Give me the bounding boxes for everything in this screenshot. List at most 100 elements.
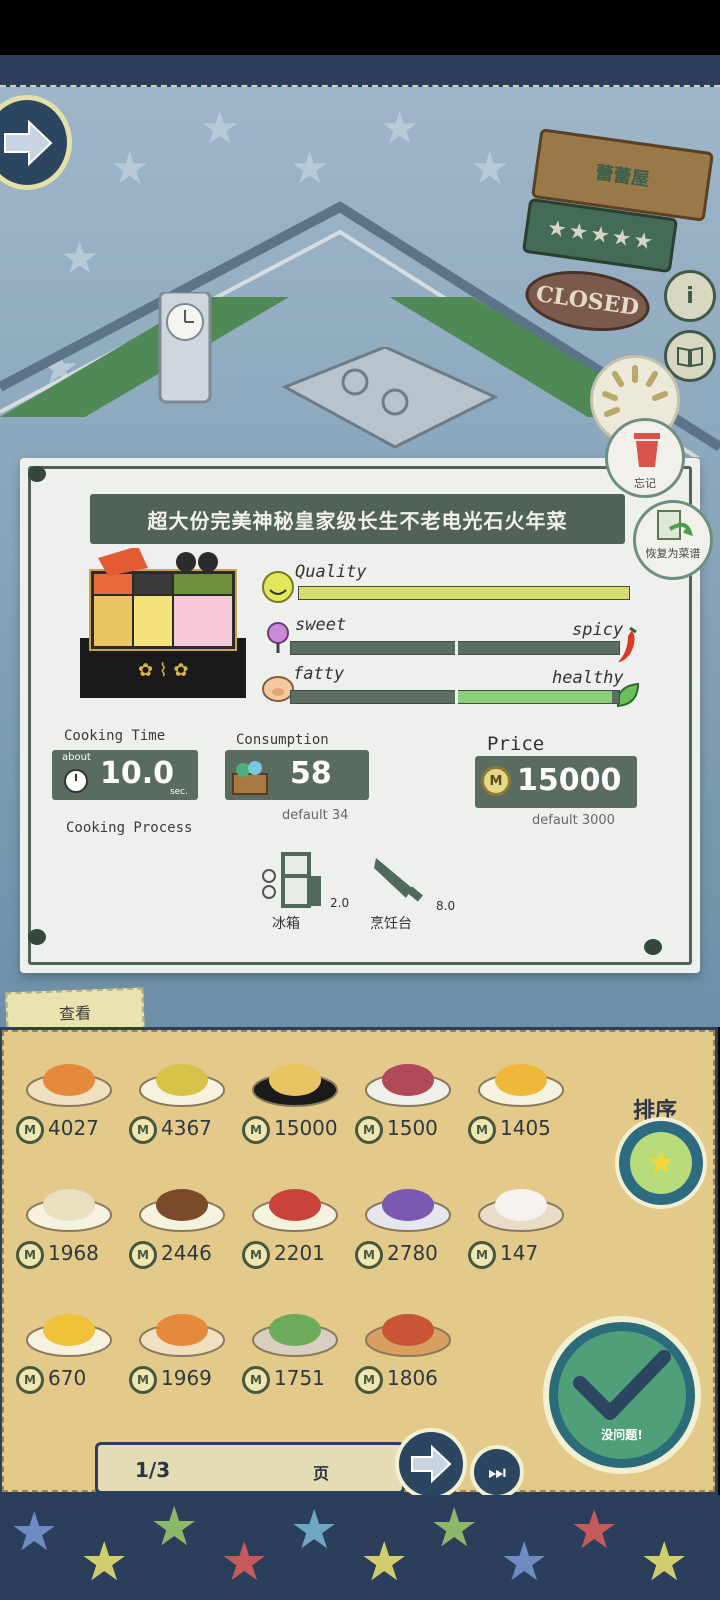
price-label: Price xyxy=(487,733,545,755)
coin-icon: M xyxy=(129,1366,157,1394)
tempura-platter-icon xyxy=(139,1314,225,1357)
bg-star: ★ xyxy=(200,103,240,154)
corner-bear-icon xyxy=(644,939,662,955)
book-icon xyxy=(677,346,703,368)
rating-star-icon: ★ xyxy=(566,218,590,247)
bg-star: ★ xyxy=(110,143,150,194)
recipe-detail-card: 超大份完美神秘皇家级长生不老电光石火年菜 ✿ ⌇ ✿ Quality sweet… xyxy=(20,458,700,973)
recipe-price: 1500 xyxy=(387,1116,438,1140)
confirm-button[interactable]: 没问题! xyxy=(543,1316,701,1474)
recipe-price: 2446 xyxy=(161,1241,212,1265)
recipe-item[interactable]: M 15000 xyxy=(240,1030,350,1144)
restore-recipe-icon xyxy=(657,510,693,540)
closed-label: CLOSED xyxy=(534,280,641,322)
recipe-item[interactable]: M 1500 xyxy=(353,1030,463,1144)
tempura-icon xyxy=(26,1064,112,1107)
recipe-price: 2780 xyxy=(387,1241,438,1265)
bg-star: ★ xyxy=(470,143,510,194)
page-indicator: 1/3 xyxy=(135,1458,171,1482)
rating-star-icon: ★ xyxy=(631,227,655,256)
recipe-price: 1806 xyxy=(387,1366,438,1390)
bg-star: ★ xyxy=(290,143,330,194)
ribbon-star-icon: ★ xyxy=(150,1495,199,1558)
quality-label: Quality xyxy=(295,562,367,582)
coin-icon: M xyxy=(355,1241,383,1269)
recipe-price: 15000 xyxy=(274,1116,338,1140)
recipe-price: 4027 xyxy=(48,1116,99,1140)
star-icon: ★ xyxy=(630,1132,692,1194)
consumption-value: 58 xyxy=(290,756,332,791)
ribbon-star-icon: ★ xyxy=(220,1530,269,1593)
recipe-item[interactable]: M 2201 xyxy=(240,1155,350,1269)
sort-button[interactable]: ★ xyxy=(615,1117,707,1209)
coin-icon: M xyxy=(16,1116,44,1144)
forget-recipe-button[interactable]: 忘记 xyxy=(605,418,685,498)
health-bar xyxy=(290,688,620,708)
recipe-item[interactable]: M 2780 xyxy=(353,1155,463,1269)
recipe-item[interactable]: M 4027 xyxy=(14,1030,124,1144)
cooking-time-label: Cooking Time xyxy=(64,728,166,744)
recipe-item[interactable]: M 1405 xyxy=(466,1030,576,1144)
recipe-item[interactable]: M 1969 xyxy=(127,1280,237,1394)
checkmark-icon xyxy=(573,1350,671,1420)
confirm-label: 没问题! xyxy=(601,1428,643,1442)
recipe-item[interactable]: M 670 xyxy=(14,1280,124,1394)
arrow-right-icon xyxy=(4,119,53,166)
coin-icon: M xyxy=(468,1241,496,1269)
shop-name: 蕾蕾屋 xyxy=(594,162,651,191)
recipe-item[interactable]: M 1806 xyxy=(353,1280,463,1394)
sandwich-icon xyxy=(26,1189,112,1232)
restore-recipe-button[interactable]: 恢复为菜谱 xyxy=(633,500,713,580)
ribbon-star-icon: ★ xyxy=(80,1530,129,1593)
ingredients-crate-icon xyxy=(232,761,268,795)
forget-label: 忘记 xyxy=(634,477,656,490)
info-icon: i xyxy=(686,283,694,309)
recipe-price: 1405 xyxy=(500,1116,551,1140)
recipe-item[interactable]: M 147 xyxy=(466,1155,576,1269)
corner-bear-icon xyxy=(28,929,46,945)
info-button[interactable]: i xyxy=(664,270,716,322)
recipe-price: 1969 xyxy=(161,1366,212,1390)
coin-icon: M xyxy=(242,1366,270,1394)
recipe-title: 超大份完美神秘皇家级长生不老电光石火年菜 xyxy=(90,494,625,544)
bento-box-icon xyxy=(252,1064,338,1107)
cooking-time-box: about 10.0 sec. xyxy=(52,750,198,800)
recipe-price: 670 xyxy=(48,1366,87,1390)
ribbon-star-icon: ★ xyxy=(10,1500,59,1563)
price-default: default 3000 xyxy=(532,813,615,828)
health-bar-marker xyxy=(455,688,458,708)
consumption-default: default 34 xyxy=(282,808,349,823)
recipe-item[interactable]: M 2446 xyxy=(127,1155,237,1269)
stopwatch-icon xyxy=(64,769,88,793)
last-page-button[interactable]: ⏭ xyxy=(470,1445,524,1499)
sec-label: sec. xyxy=(169,787,188,797)
recipe-item[interactable]: M 1968 xyxy=(14,1155,124,1269)
healthy-label: healthy xyxy=(552,668,624,688)
recipe-item[interactable]: M 1751 xyxy=(240,1280,350,1394)
ribbon-star-icon: ★ xyxy=(570,1498,619,1561)
recipe-price: 2201 xyxy=(274,1241,325,1265)
coin-icon: M xyxy=(355,1366,383,1394)
taste-bar xyxy=(290,639,620,659)
quiche-icon xyxy=(139,1064,225,1107)
arrow-right-icon xyxy=(411,1444,452,1484)
coin-icon: M xyxy=(16,1241,44,1269)
bento-box-image: ✿ ⌇ ✿ xyxy=(80,548,246,698)
recipe-item[interactable]: M 4367 xyxy=(127,1030,237,1144)
ribbon-star-icon: ★ xyxy=(290,1498,339,1561)
confirm-inner: 没问题! xyxy=(558,1331,686,1459)
next-page-button[interactable] xyxy=(395,1428,467,1500)
ribbon-star-icon: ★ xyxy=(640,1530,689,1593)
taste-bar-marker xyxy=(455,639,458,659)
page-unit: 页 xyxy=(313,1464,330,1483)
recipe-price: 147 xyxy=(500,1241,539,1265)
health-bar-fill xyxy=(455,691,613,703)
ribbon-star-icon: ★ xyxy=(430,1496,479,1559)
trash-icon xyxy=(634,433,660,467)
hamburg-steak-icon xyxy=(139,1189,225,1232)
sweet-label: sweet xyxy=(295,615,347,635)
restore-label: 恢复为菜谱 xyxy=(645,547,701,560)
red-rice-icon xyxy=(365,1064,451,1107)
wall-clock-icon xyxy=(158,292,212,404)
coin-icon: M xyxy=(468,1116,496,1144)
